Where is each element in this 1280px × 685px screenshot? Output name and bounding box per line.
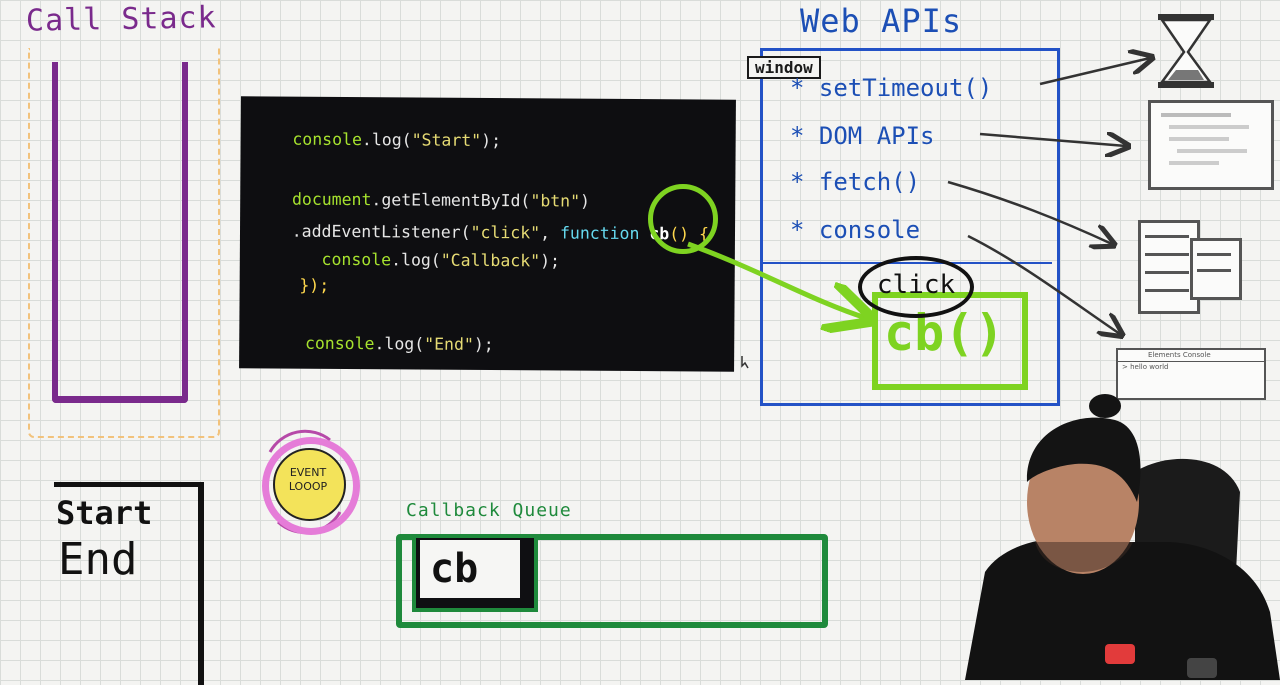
- logo-icon: [1105, 644, 1135, 664]
- callback-queue-title: Callback Queue: [406, 500, 572, 521]
- hourglass-top: [1158, 14, 1214, 20]
- youtube-icon: [1187, 658, 1217, 678]
- arrow-settimeout: [1039, 58, 1150, 86]
- arrow-console: [967, 234, 1120, 334]
- arrow-fetch: [947, 180, 1112, 244]
- mouse-cursor-icon: [741, 356, 749, 369]
- output-line-start: Start: [56, 494, 153, 532]
- devtools-tabs: Elements Console: [1148, 351, 1211, 359]
- arrow-dom: [979, 134, 1126, 146]
- queue-item-label: cb: [430, 546, 479, 592]
- devtools-output: > hello world: [1122, 363, 1169, 371]
- arrow-cb-to-webapi: [687, 241, 866, 318]
- server-secondary-icon: [1190, 238, 1242, 300]
- presenter-webcam: [965, 394, 1280, 680]
- dom-document-icon: [1148, 100, 1274, 190]
- output-line-end: End: [58, 534, 138, 585]
- hourglass-bottom: [1158, 82, 1214, 88]
- event-loop-label: EVENT LOOOP: [288, 466, 328, 493]
